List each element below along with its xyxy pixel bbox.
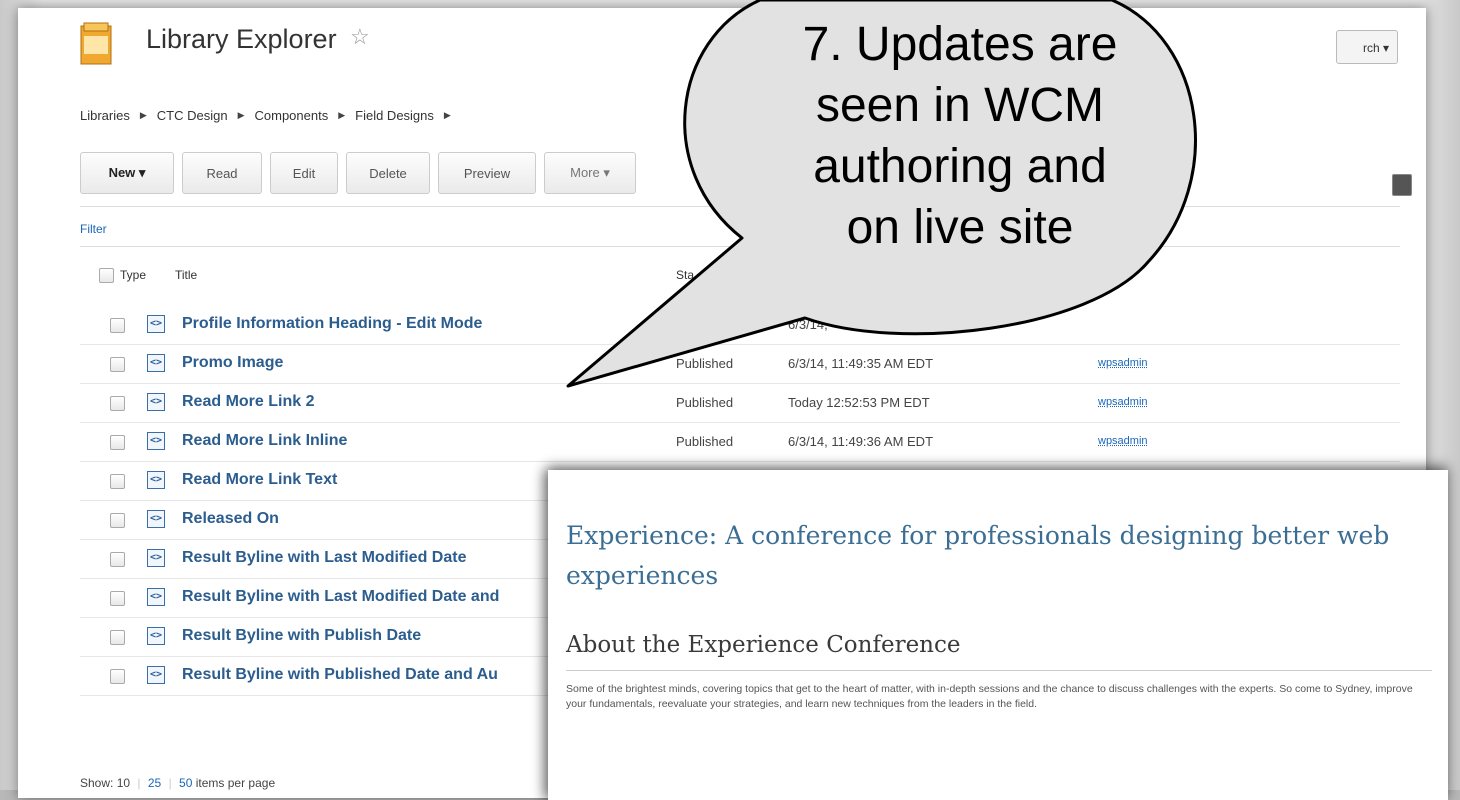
- search-dropdown-button[interactable]: rch ▾: [1336, 30, 1398, 64]
- breadcrumb: Libraries ▶ CTC Design ▶ Components ▶ Fi…: [80, 108, 461, 123]
- row-author[interactable]: wpsadmin: [1098, 435, 1148, 447]
- divider: [80, 206, 1400, 207]
- row-title[interactable]: Profile Information Heading - Edit Mode: [182, 315, 482, 333]
- html-component-icon: <>: [147, 315, 165, 333]
- pager-size-50[interactable]: 50: [179, 776, 192, 790]
- callout-line: seen in WCM: [815, 79, 1105, 132]
- html-component-icon: <>: [147, 588, 165, 606]
- select-all-checkbox[interactable]: [99, 268, 114, 283]
- table-row[interactable]: <> Profile Information Heading - Edit Mod…: [80, 306, 1400, 345]
- divider: [80, 246, 1400, 247]
- toolbar: New ▾ Read Edit Delete Preview More ▾: [80, 152, 644, 194]
- html-component-icon: <>: [147, 393, 165, 411]
- row-checkbox[interactable]: [110, 591, 125, 606]
- column-header-status[interactable]: Sta: [676, 268, 694, 282]
- read-button[interactable]: Read: [182, 152, 262, 194]
- html-component-icon: <>: [147, 432, 165, 450]
- filter-link[interactable]: Filter: [80, 222, 107, 236]
- preview-body-text: Some of the brightest minds, covering to…: [566, 683, 1413, 710]
- row-title[interactable]: Result Byline with Published Date and Au: [182, 666, 498, 684]
- preview-heading: Experience: A conference for professiona…: [566, 521, 1390, 590]
- app-title: Library Explorer: [146, 24, 337, 54]
- row-checkbox[interactable]: [110, 513, 125, 528]
- pager-separator: |: [168, 776, 172, 790]
- chevron-right-icon: ▶: [443, 110, 451, 120]
- row-status: Published: [676, 395, 734, 410]
- breadcrumb-components[interactable]: Components: [255, 108, 329, 123]
- row-status: Published: [676, 356, 734, 371]
- row-title[interactable]: Released On: [182, 510, 279, 528]
- row-date: 6/3/14, 11:49:36 AM EDT: [788, 434, 934, 449]
- row-checkbox[interactable]: [110, 669, 125, 684]
- table-row[interactable]: <> Promo Image Published 6/3/14, 11:49:35 A…: [80, 345, 1400, 384]
- row-title[interactable]: Read More Link 2: [182, 393, 314, 411]
- preview-subheading: About the Experience Conference: [566, 632, 961, 658]
- column-header-title[interactable]: Title: [175, 268, 197, 282]
- row-title[interactable]: Result Byline with Publish Date: [182, 627, 421, 645]
- row-title[interactable]: Read More Link Text: [182, 471, 337, 489]
- view-toggle-icon[interactable]: [1392, 174, 1412, 196]
- html-component-icon: <>: [147, 510, 165, 528]
- html-component-icon: <>: [147, 627, 165, 645]
- delete-button[interactable]: Delete: [346, 152, 430, 194]
- table-row[interactable]: <> Read More Link 2 Published Today 12:52:5…: [80, 384, 1400, 423]
- new-button[interactable]: New ▾: [80, 152, 174, 194]
- pager-show-label: Show:: [80, 776, 114, 790]
- row-title[interactable]: Promo Image: [182, 354, 283, 372]
- live-site-preview-panel: Experience: A conference for professiona…: [548, 470, 1448, 800]
- row-date: Today 12:52:53 PM EDT: [788, 395, 930, 410]
- chevron-right-icon: ▶: [237, 110, 245, 120]
- row-title[interactable]: Result Byline with Last Modified Date an…: [182, 588, 499, 606]
- divider: [566, 670, 1432, 671]
- preview-button[interactable]: Preview: [438, 152, 536, 194]
- callout-line: authoring and: [813, 140, 1107, 193]
- breadcrumb-libraries[interactable]: Libraries: [80, 108, 130, 123]
- row-checkbox[interactable]: [110, 396, 125, 411]
- breadcrumb-ctc-design[interactable]: CTC Design: [157, 108, 228, 123]
- edit-button[interactable]: Edit: [270, 152, 338, 194]
- library-icon: [80, 22, 112, 65]
- pager-size-10: 10: [116, 776, 131, 790]
- row-date: 6/3/14, 11:49:35 AM EDT: [788, 356, 934, 371]
- favorite-star-icon[interactable]: ☆: [350, 24, 370, 50]
- row-title[interactable]: Result Byline with Last Modified Date: [182, 549, 466, 567]
- row-checkbox[interactable]: [110, 630, 125, 645]
- more-button[interactable]: More ▾: [544, 152, 636, 194]
- row-checkbox[interactable]: [110, 552, 125, 567]
- pager-suffix: items per page: [195, 776, 276, 790]
- callout-line: on live site: [846, 201, 1074, 254]
- table-row[interactable]: <> Read More Link Inline Published 6/3/14, …: [80, 423, 1400, 462]
- html-component-icon: <>: [147, 666, 165, 684]
- html-component-icon: <>: [147, 354, 165, 372]
- callout-text: 7. Updates are seen in WCM authoring and…: [770, 14, 1150, 258]
- row-checkbox[interactable]: [110, 435, 125, 450]
- row-status: Published: [676, 434, 734, 449]
- breadcrumb-field-designs[interactable]: Field Designs: [355, 108, 434, 123]
- pager-size-25[interactable]: 25: [148, 776, 161, 790]
- row-checkbox[interactable]: [110, 318, 125, 333]
- row-title[interactable]: Read More Link Inline: [182, 432, 347, 450]
- row-checkbox[interactable]: [110, 357, 125, 372]
- row-checkbox[interactable]: [110, 474, 125, 489]
- pager-separator: |: [137, 776, 141, 790]
- pager: Show: 10 | 25 | 50 items per page: [80, 776, 275, 790]
- html-component-icon: <>: [147, 549, 165, 567]
- html-component-icon: <>: [147, 471, 165, 489]
- row-author[interactable]: wpsadmin: [1098, 357, 1148, 369]
- row-author[interactable]: wpsadmin: [1098, 396, 1148, 408]
- row-date: 6/3/14,: [788, 317, 828, 332]
- column-header-type[interactable]: Type: [120, 268, 146, 282]
- callout-line: 7. Updates are: [802, 18, 1118, 71]
- chevron-right-icon: ▶: [338, 110, 346, 120]
- chevron-right-icon: ▶: [139, 110, 147, 120]
